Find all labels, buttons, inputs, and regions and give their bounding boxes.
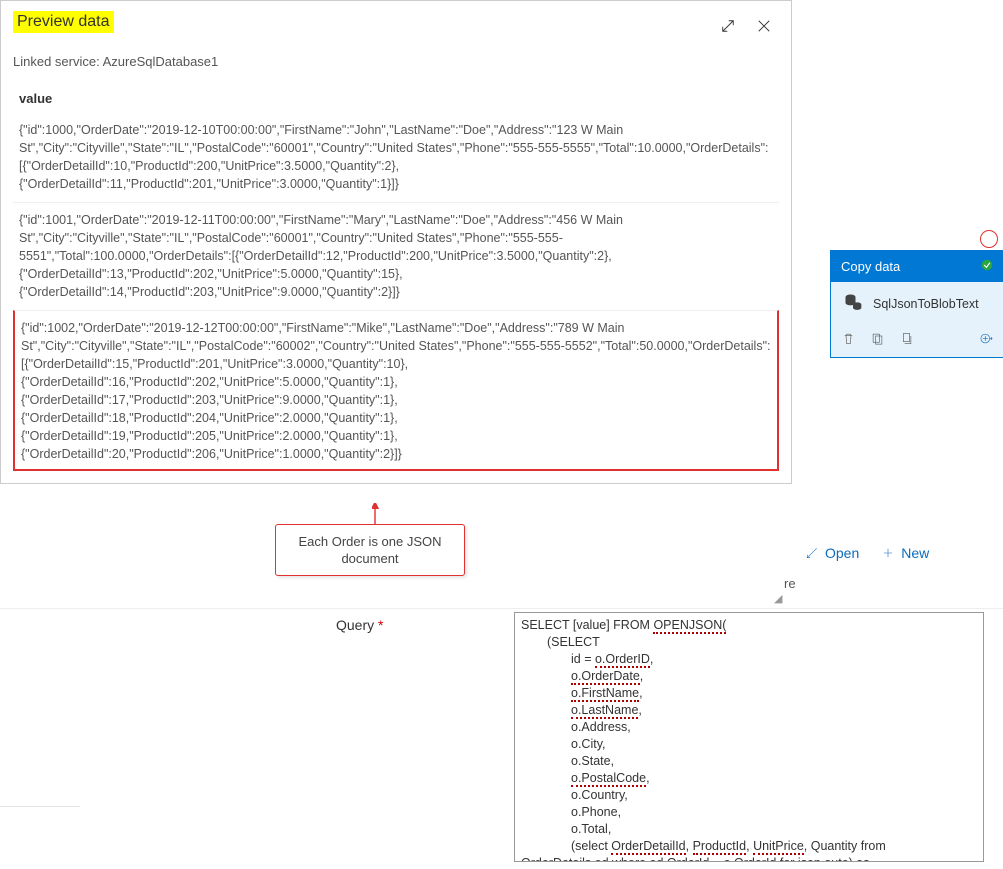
linked-service-value: AzureSqlDatabase1	[103, 54, 219, 69]
query-field-label: Query *	[336, 617, 383, 633]
open-button[interactable]: Open	[805, 545, 859, 561]
divider	[0, 608, 1003, 609]
copy-data-activity-card[interactable]: Copy data SqlJsonToBlobText	[830, 250, 1003, 358]
activity-name: SqlJsonToBlobText	[873, 297, 979, 311]
close-icon[interactable]	[755, 17, 773, 38]
activity-card-header: Copy data	[831, 251, 1003, 282]
linked-service-label: Linked service:	[13, 54, 100, 69]
check-icon	[980, 258, 994, 275]
modal-header-icons	[719, 11, 779, 38]
truncated-re-label: re	[784, 576, 796, 591]
preview-table: value {"id":1000,"OrderDate":"2019-12-10…	[13, 91, 779, 471]
activity-type-label: Copy data	[841, 259, 900, 274]
table-row: {"id":1000,"OrderDate":"2019-12-10T00:00…	[13, 114, 779, 200]
canvas-right-panel: Copy data SqlJsonToBlobText	[830, 0, 1003, 600]
table-row: {"id":1002,"OrderDate":"2019-12-12T00:00…	[13, 310, 779, 471]
bottom-action-tabs: Open New	[805, 545, 929, 561]
unvalidated-indicator-icon	[980, 230, 998, 248]
new-label: New	[901, 545, 929, 561]
linked-service-line: Linked service: AzureSqlDatabase1	[13, 54, 779, 69]
clone-icon[interactable]	[870, 331, 885, 349]
activity-card-body: SqlJsonToBlobText	[831, 282, 1003, 325]
add-output-icon[interactable]	[979, 331, 994, 349]
delete-icon[interactable]	[841, 331, 856, 349]
database-icon	[843, 292, 863, 315]
copy-icon[interactable]	[899, 331, 914, 349]
resize-handle-icon[interactable]: ◢	[774, 592, 780, 605]
preview-data-modal: Preview data Linked service: AzureSqlDat…	[0, 0, 792, 484]
query-label-text: Query	[336, 617, 374, 633]
required-asterisk: *	[378, 617, 383, 633]
modal-title: Preview data	[13, 11, 114, 33]
table-row: {"id":1001,"OrderDate":"2019-12-11T00:00…	[13, 202, 779, 308]
open-label: Open	[825, 545, 859, 561]
expand-icon[interactable]	[719, 17, 737, 38]
query-textarea[interactable]: SELECT [value] FROM OPENJSON( (SELECT id…	[514, 612, 984, 862]
callout-annotation: Each Order is one JSON document	[275, 524, 465, 576]
divider	[0, 806, 80, 807]
modal-header: Preview data	[13, 11, 779, 38]
activity-card-footer	[831, 325, 1003, 357]
new-button[interactable]: New	[881, 545, 929, 561]
column-header-value: value	[13, 91, 779, 114]
